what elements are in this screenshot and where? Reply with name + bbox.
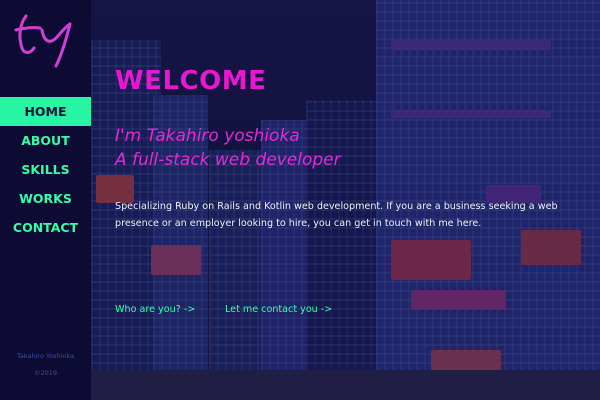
nav-item-contact[interactable]: CONTACT — [0, 213, 91, 242]
intro-role: A full-stack web developer — [115, 150, 341, 170]
description-text: Specializing Ruby on Rails and Kotlin we… — [115, 201, 558, 229]
main-nav: HOME ABOUT SKILLS WORKS CONTACT — [0, 97, 91, 242]
logo[interactable] — [12, 8, 82, 70]
logo-ty-icon — [14, 14, 72, 68]
nav-item-works[interactable]: WORKS — [0, 184, 91, 213]
sidebar: HOME ABOUT SKILLS WORKS CONTACT Takahiro… — [0, 0, 91, 400]
who-are-you-link[interactable]: Who are you? -> — [115, 304, 195, 315]
footer-copyright: ©2019 — [33, 369, 58, 377]
nav-item-about[interactable]: ABOUT — [0, 126, 91, 155]
nav-item-home[interactable]: HOME — [0, 97, 91, 126]
footer-name: Takahiro Yoshioka — [16, 352, 74, 360]
contact-me-link[interactable]: Let me contact you -> — [225, 304, 332, 315]
nav-item-skills[interactable]: SKILLS — [0, 155, 91, 184]
page-title: WELCOME — [115, 66, 267, 96]
intro-name: I'm Takahiro yoshioka — [115, 126, 300, 146]
